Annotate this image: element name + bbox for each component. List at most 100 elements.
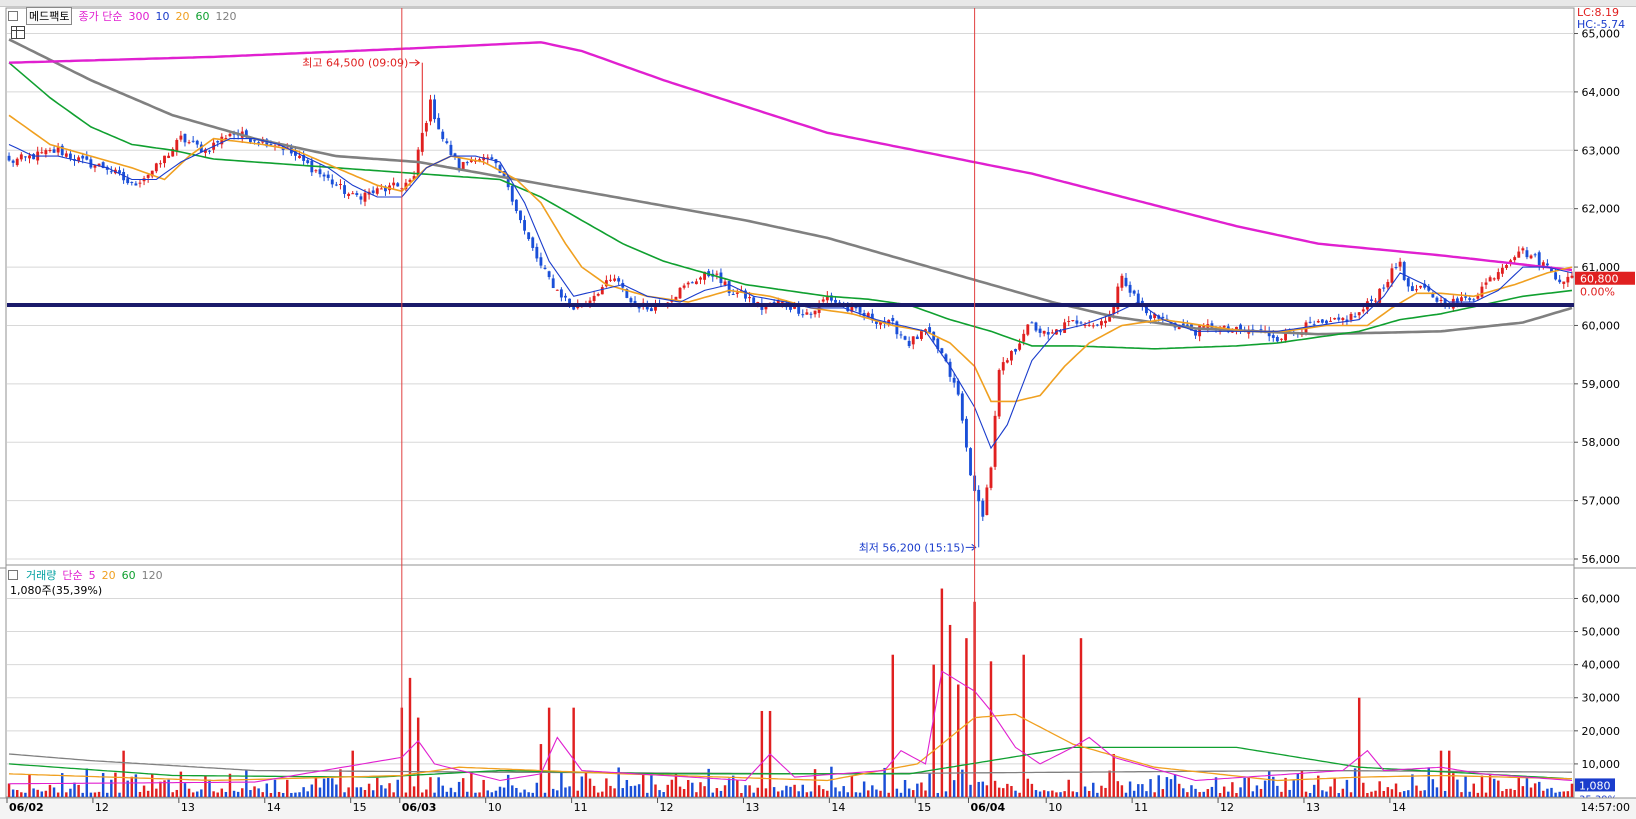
volume-bar (834, 787, 837, 797)
current-price-label: 60,800 (1580, 273, 1619, 286)
candle-body (1030, 322, 1034, 324)
volume-bar (551, 788, 555, 797)
candle-body (1492, 278, 1496, 280)
candle-body (969, 448, 972, 476)
volume-bar (196, 791, 199, 797)
volume-bar (1423, 790, 1426, 797)
hc-label: HC:-5.74 (1577, 18, 1626, 31)
candle-body (85, 156, 89, 160)
candle-body (318, 169, 322, 175)
volume-bar (678, 786, 682, 797)
volume-bar (801, 784, 805, 797)
candle-body (1394, 267, 1398, 269)
volume-bar (1026, 778, 1030, 797)
vma20-label: 20 (101, 568, 116, 582)
candle-body (592, 295, 596, 302)
price-legend: 메드팩토 종가 단순 300 10 20 60 120 (8, 7, 236, 25)
volume-bar (1521, 786, 1525, 797)
volume-bar (1227, 791, 1230, 797)
volume-bar (1112, 753, 1115, 797)
candle-body (392, 182, 396, 186)
volume-bar (1542, 790, 1545, 797)
candle-body (420, 132, 424, 152)
volume-bar (294, 792, 297, 797)
volume-bar (1047, 791, 1050, 797)
volume-bar (89, 792, 93, 797)
volume-bar (1513, 790, 1516, 797)
volume-bar (601, 791, 604, 797)
candle-body (461, 162, 465, 170)
candle-body (1517, 251, 1521, 258)
volume-bar (940, 588, 944, 797)
ma20-label: 20 (175, 9, 190, 23)
candle-body (1042, 330, 1046, 334)
candle-body (564, 295, 567, 298)
volume-bar (1259, 788, 1263, 797)
volume-bar (1488, 775, 1492, 797)
volume-bar (809, 791, 813, 797)
volume-bar (838, 791, 841, 797)
volume-bar (797, 791, 800, 797)
volume-bar (502, 787, 506, 797)
volume-bar (1276, 785, 1279, 797)
stock-chart-svg[interactable]: 65,00064,00063,00062,00061,00060,00059,0… (0, 0, 1636, 819)
candle-body (1406, 278, 1410, 287)
candle-body (1124, 277, 1128, 286)
volume-bar (122, 750, 125, 797)
x-axis-band (0, 798, 1636, 819)
volume-bar (494, 790, 498, 797)
candle-body (858, 306, 862, 313)
volume-bar (142, 785, 146, 797)
volume-bar (1092, 782, 1095, 797)
volume-bar (854, 792, 858, 797)
candle-body (1496, 272, 1500, 280)
candle-body (723, 281, 727, 286)
volume-bar (1468, 791, 1471, 797)
volume-collapse-square-icon[interactable] (8, 570, 18, 580)
ma-legend-prefix: 종가 단순 (78, 10, 123, 23)
candle-body (134, 183, 138, 186)
volume-bar (306, 791, 309, 797)
volume-label: 거래량 (26, 569, 57, 582)
stock-name-button[interactable]: 메드팩토 (26, 7, 73, 25)
candle-body (1337, 317, 1341, 320)
volume-bar (245, 770, 248, 797)
volume-bar (310, 784, 314, 797)
volume-bar (641, 774, 645, 797)
candle-body (551, 278, 555, 289)
volume-bar (871, 785, 874, 797)
candle-body (1067, 320, 1071, 322)
volume-bar (1300, 770, 1304, 797)
candle-body (445, 141, 449, 144)
grid-table-icon[interactable] (11, 26, 25, 39)
volume-bar (556, 790, 559, 797)
volume-bar (776, 791, 780, 797)
volume-bar (1447, 750, 1451, 797)
volume-bar (1419, 790, 1422, 797)
volume-bar (981, 781, 985, 797)
volume-bar (633, 785, 637, 797)
collapse-square-icon[interactable] (8, 11, 18, 21)
volume-bar (335, 784, 338, 797)
volume-bar (715, 788, 719, 797)
volume-bar (584, 772, 588, 797)
ma10-label: 10 (155, 9, 170, 23)
volume-bar (40, 791, 44, 797)
x-tick-label: 10 (488, 801, 502, 814)
volume-bar (265, 783, 269, 797)
volume-bar (1149, 779, 1152, 797)
candle-body (490, 157, 494, 160)
volume-bar (314, 777, 318, 797)
volume-bar (286, 779, 289, 797)
volume-bar (527, 792, 530, 797)
candle-body (44, 150, 48, 155)
candle-body (519, 210, 522, 221)
volume-bar (572, 707, 575, 797)
volume-bar (331, 778, 334, 797)
volume-bar (359, 787, 363, 797)
x-tick-label: 12 (1220, 801, 1234, 814)
candle-body (735, 292, 739, 294)
candle-body (1521, 248, 1525, 251)
volume-bar (69, 788, 72, 797)
candle-body (56, 147, 60, 153)
